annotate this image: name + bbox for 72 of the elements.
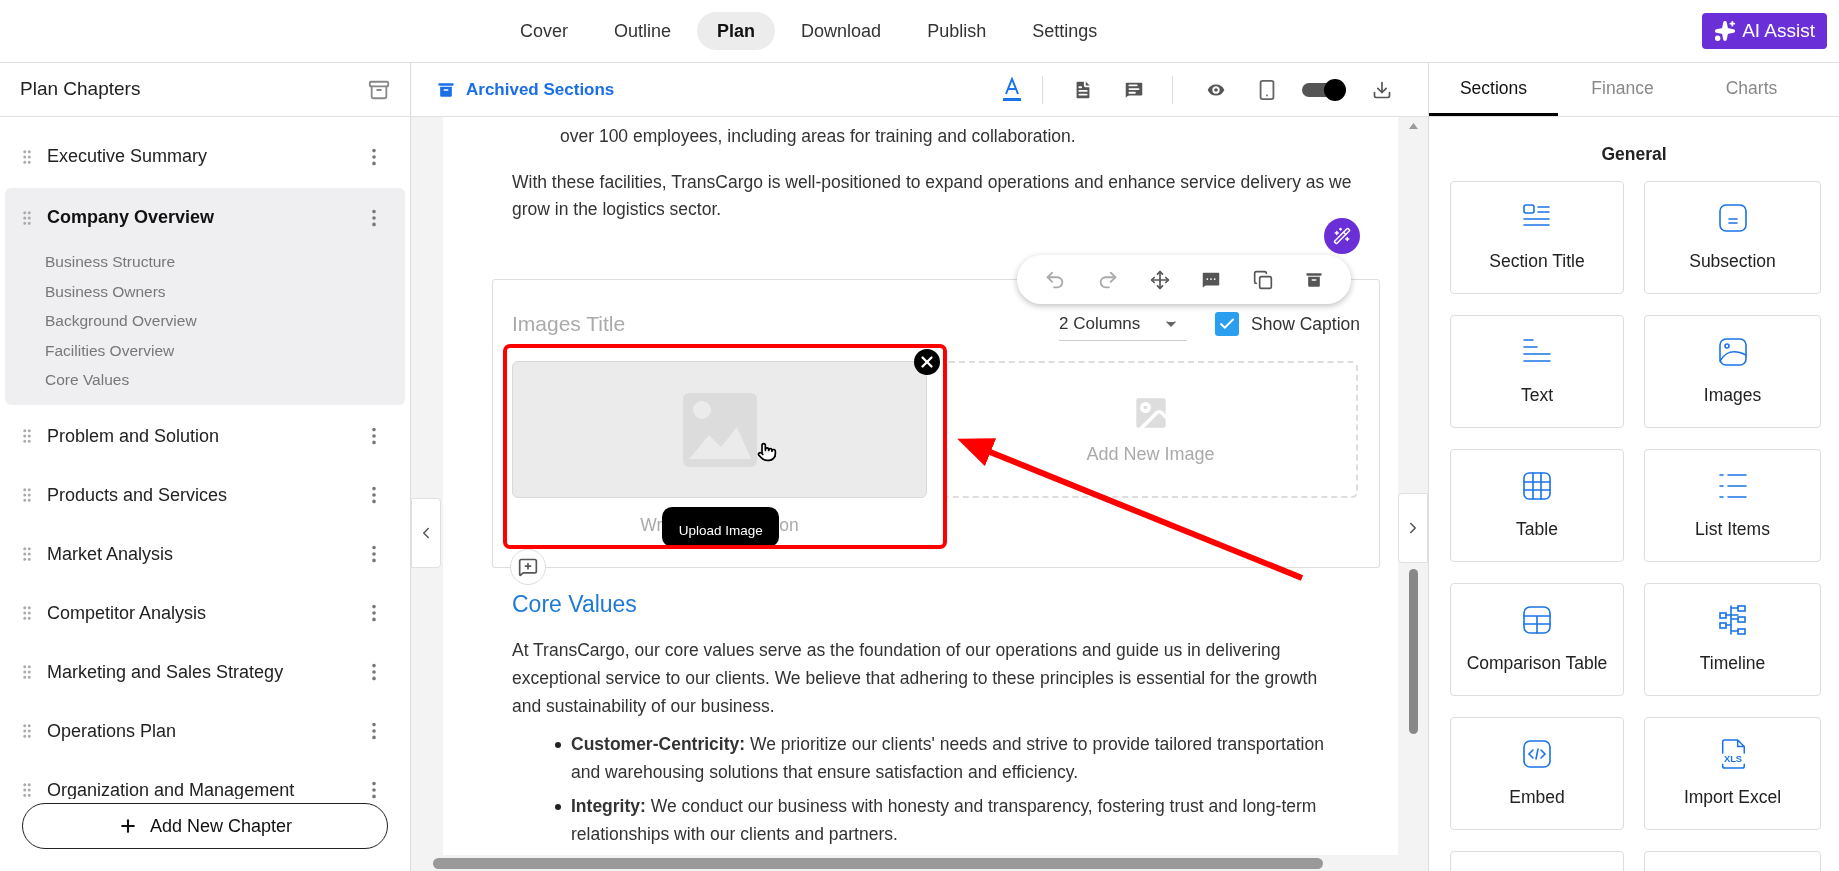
subsection-item[interactable]: Business Structure — [45, 247, 176, 277]
upload-image-tooltip: Upload Image — [662, 507, 780, 547]
add-comment-button[interactable] — [510, 549, 546, 585]
subsection-item[interactable]: Facilities Overview — [45, 335, 175, 365]
caption-text: on — [779, 514, 799, 537]
paragraph: With these facilities, TransCargo is well-positioned to expand operations and enhance service delivery as we grow in the logistics sector. — [512, 171, 1353, 221]
columns-dropdown[interactable]: 2 Columns — [1059, 307, 1188, 341]
download-icon[interactable] — [1372, 79, 1392, 100]
list-item-text: Integrity: We conduct our business with honesty and transparency, fostering trust and long-term relationships with our clients and partners. — [571, 795, 1318, 846]
image-placeholder-icon — [682, 392, 757, 467]
panel-tab[interactable]: Charts — [1687, 63, 1816, 116]
image-icon — [1716, 335, 1749, 368]
section-type-card[interactable]: Text — [1450, 315, 1624, 429]
subsection-item[interactable]: Background Overview — [45, 306, 197, 336]
move-icon[interactable] — [1149, 269, 1170, 290]
chapter-item[interactable]: Executive Summary — [47, 143, 208, 170]
section-type-card[interactable]: Embed — [1450, 717, 1624, 831]
archive-icon[interactable] — [368, 78, 390, 101]
section-type-card[interactable]: List Items — [1644, 449, 1821, 563]
sparkles-icon — [1714, 20, 1737, 42]
nav-tab[interactable]: Outline — [594, 12, 692, 50]
add-comment-icon — [518, 557, 538, 577]
nav-tab[interactable]: Plan — [697, 12, 776, 50]
nav-tab[interactable]: Publish — [907, 12, 1007, 50]
section-type-card[interactable]: Timeline — [1644, 583, 1821, 697]
magic-wand-button[interactable] — [1324, 218, 1360, 254]
vertical-scrollbar[interactable] — [1408, 569, 1418, 734]
chapter-item[interactable]: Problem and Solution — [47, 422, 220, 450]
copy-icon[interactable] — [1252, 269, 1273, 290]
section-type-card[interactable]: Comparison Table — [1450, 583, 1624, 697]
horizontal-scrollbar[interactable] — [433, 857, 1323, 869]
remove-image-button[interactable] — [914, 349, 940, 375]
chapter-item[interactable]: Operations Plan — [47, 717, 177, 745]
hierarchy-icon — [1716, 603, 1749, 636]
section-type-card[interactable]: Section Title — [1450, 181, 1624, 295]
chapter-item[interactable]: Company Overview — [47, 204, 215, 231]
group-title: General — [1601, 144, 1667, 164]
text-color-icon[interactable] — [1002, 76, 1022, 103]
chapter-item[interactable]: Marketing and Sales Strategy — [47, 658, 284, 686]
scroll-up-arrow-icon[interactable] — [1408, 123, 1418, 129]
section-type-card[interactable]: XLS Import Excel — [1644, 717, 1821, 831]
hand-cursor-icon — [757, 442, 777, 462]
table-icon — [1521, 603, 1553, 636]
grid-icon — [1521, 469, 1553, 502]
sidebar-title: Plan Chapters — [20, 77, 141, 102]
subsection-item[interactable]: Core Values — [45, 365, 130, 395]
section-type-card[interactable]: Subsection — [1644, 181, 1821, 295]
section-type-card[interactable]: Images — [1644, 315, 1821, 429]
nav-tab[interactable]: Cover — [500, 12, 588, 50]
section-type-card[interactable]: Table — [1450, 449, 1624, 563]
nav-tab[interactable]: Settings — [1012, 12, 1118, 50]
close-icon — [918, 353, 936, 371]
chapter-item[interactable]: Competitor Analysis — [47, 599, 207, 627]
panel-tab[interactable]: Sections — [1429, 63, 1558, 116]
paragraph-line: over 100 employees, including areas for training and collaboration. — [559, 125, 1077, 148]
magic-wand-icon — [1333, 227, 1351, 245]
code-icon — [1521, 737, 1553, 770]
archived-sections-link[interactable]: Archived Sections — [436, 76, 615, 103]
show-caption-checkbox[interactable] — [1215, 312, 1240, 336]
nav-tab[interactable]: Download — [781, 12, 902, 50]
section-heading: Core Values — [512, 590, 638, 618]
subsection-icon — [1716, 201, 1749, 234]
chapter-item[interactable]: Market Analysis — [47, 540, 174, 568]
chapter-item[interactable]: Organization and Management — [47, 776, 295, 799]
checkbox-label: Show Caption — [1251, 312, 1360, 336]
ai-assist-button[interactable]: AI Assist — [1702, 13, 1827, 49]
panel-tab[interactable]: Finance — [1558, 63, 1687, 116]
caption-text: Wr — [640, 514, 663, 537]
subsection-item[interactable]: Business Owners — [45, 276, 166, 306]
list-item-text: Customer-Centricity: We prioritize our clients' needs and strive to provide tailored transportation and warehousing solutions that ensure satisfaction and efficiency. — [571, 733, 1325, 784]
paragraph: At TransCargo, our core values serve as the foundation of our operations and guide us in delivering exceptional service to our clients. We believe that adhering to these principles is essential for the growth and sustainability of our business. — [512, 639, 1319, 718]
chapter-item[interactable]: Products and Services — [47, 481, 228, 509]
